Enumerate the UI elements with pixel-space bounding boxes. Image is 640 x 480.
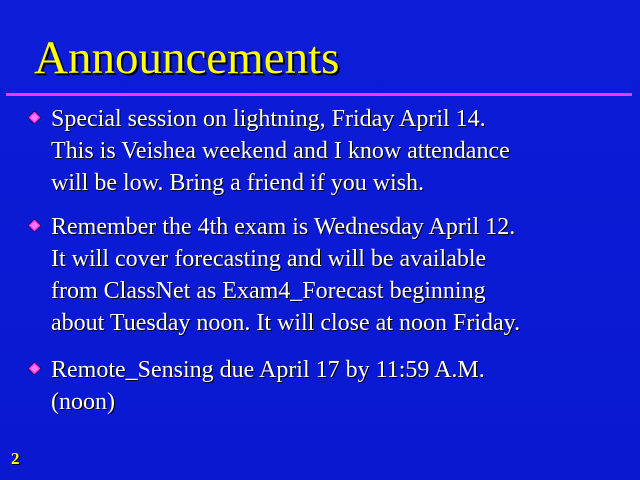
- title-divider: [6, 93, 632, 96]
- slide: Announcements Special session on lightni…: [0, 0, 640, 480]
- bullet-text: Remote_Sensing due April 17 by 11:59 A.M…: [51, 357, 485, 415]
- diamond-bullet-icon: [28, 111, 41, 124]
- slide-title: Announcements: [34, 32, 340, 84]
- bullet-text: Special session on lightning, Friday Apr…: [51, 106, 510, 196]
- diamond-bullet-icon: [28, 362, 41, 375]
- bullet-text: Remember the 4th exam is Wednesday April…: [51, 214, 521, 336]
- diamond-bullet-icon: [28, 219, 41, 232]
- page-number: 2: [11, 449, 20, 468]
